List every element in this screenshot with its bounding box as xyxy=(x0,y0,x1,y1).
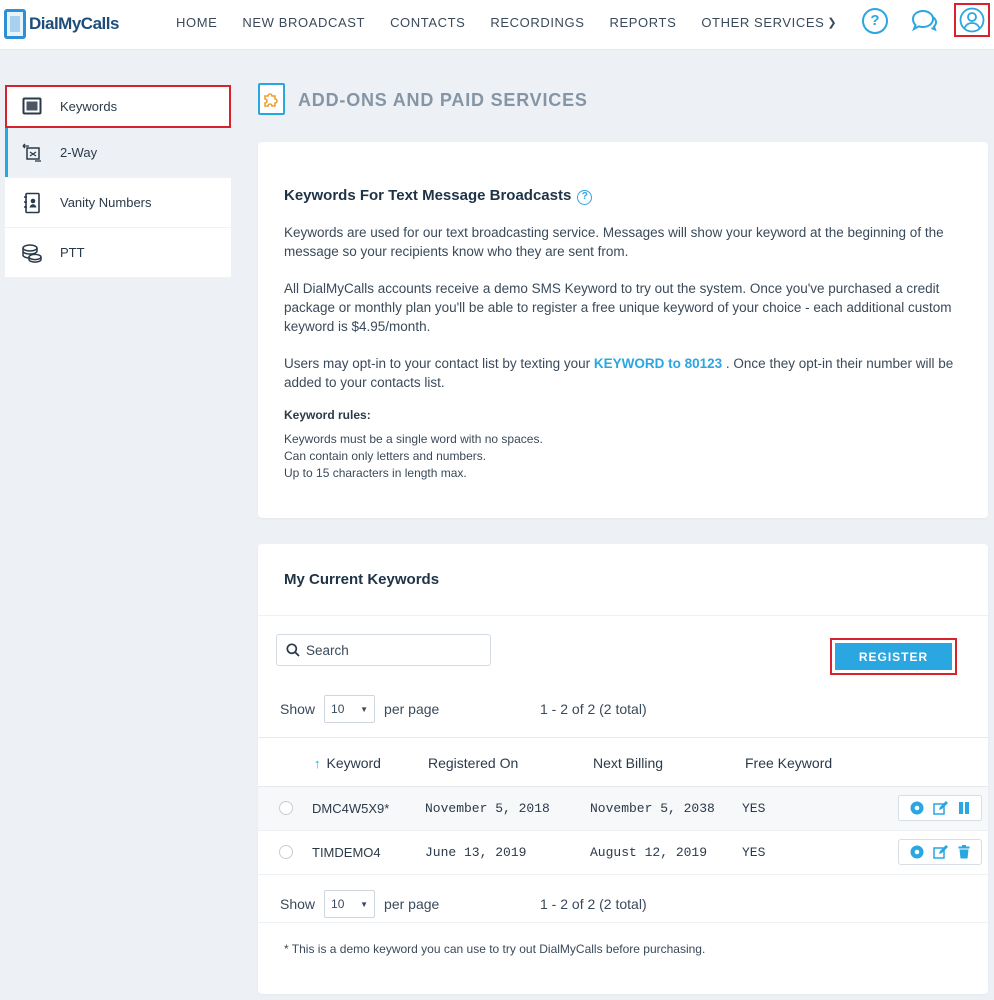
puzzle-icon xyxy=(258,83,285,115)
sidebar-item-ptt[interactable]: PTT xyxy=(5,228,231,278)
nav-contacts[interactable]: CONTACTS xyxy=(390,15,465,30)
sort-up-icon: ↑ xyxy=(314,756,321,771)
main-nav: HOME NEW BROADCAST CONTACTS RECORDINGS R… xyxy=(176,0,862,44)
pager-top: Show 10 ▼ per page 1 - 2 of 2 (2 total) xyxy=(280,695,647,723)
help-icon[interactable]: ? xyxy=(862,8,888,34)
table-row: DMC4W5X9* November 5, 2018 November 5, 2… xyxy=(258,787,988,831)
two-way-icon xyxy=(21,142,43,164)
row-actions xyxy=(898,839,982,865)
nav-reports[interactable]: REPORTS xyxy=(610,15,677,30)
row-radio[interactable] xyxy=(279,801,293,815)
register-highlight: REGISTER xyxy=(830,638,957,675)
chat-icon[interactable] xyxy=(910,8,938,34)
search-input[interactable] xyxy=(306,642,486,658)
info-paragraph-3: Users may opt-in to your contact list by… xyxy=(284,354,968,392)
user-icon xyxy=(959,7,985,33)
table-header: ↑ Keyword Registered On Next Billing Free… xyxy=(258,737,988,787)
cell-registered: November 5, 2018 xyxy=(425,801,550,816)
info-paragraph-1: Keywords are used for our text broadcast… xyxy=(284,225,944,259)
per-page-value: 10 xyxy=(331,702,345,716)
divider xyxy=(258,615,988,616)
view-icon[interactable] xyxy=(910,845,924,859)
search-icon xyxy=(286,643,300,657)
edit-icon[interactable] xyxy=(933,801,949,815)
sidebar-item-keywords[interactable]: Keywords xyxy=(5,85,231,128)
cell-free: YES xyxy=(742,845,766,860)
per-page-select[interactable]: 10 ▼ xyxy=(324,890,376,918)
phone-logo-icon xyxy=(4,9,26,39)
cell-keyword: TIMDEMO4 xyxy=(312,845,381,860)
cell-registered: June 13, 2019 xyxy=(425,845,527,860)
contact-book-icon xyxy=(21,192,43,214)
nav-recordings[interactable]: RECORDINGS xyxy=(490,15,584,30)
range-text: 1 - 2 of 2 (2 total) xyxy=(540,896,647,912)
rule-item: Up to 15 characters in length max. xyxy=(284,466,467,480)
row-actions xyxy=(898,795,982,821)
keywords-info-card: Keywords For Text Message Broadcasts? Ke… xyxy=(258,142,988,518)
register-button[interactable]: REGISTER xyxy=(835,643,952,670)
row-radio[interactable] xyxy=(279,845,293,859)
rules-heading: Keyword rules: xyxy=(284,408,371,422)
range-text: 1 - 2 of 2 (2 total) xyxy=(540,701,647,717)
demo-footnote: * This is a demo keyword you can use to … xyxy=(284,942,706,956)
keyword-shortcode: KEYWORD to 80123 xyxy=(593,356,723,371)
cell-free: YES xyxy=(742,801,766,816)
page-title: ADD-ONS AND PAID SERVICES xyxy=(298,90,588,110)
nav-home[interactable]: HOME xyxy=(176,15,217,30)
cell-next-billing: August 12, 2019 xyxy=(590,845,708,860)
col-keyword[interactable]: ↑ Keyword xyxy=(314,755,381,771)
col-next-billing[interactable]: Next Billing xyxy=(593,755,663,771)
show-label: Show xyxy=(280,896,316,912)
cell-next-billing: November 5, 2038 xyxy=(590,801,715,816)
info-p3-before: Users may opt-in to your contact list by… xyxy=(284,356,594,371)
rule-item: Keywords must be a single word with no s… xyxy=(284,432,543,446)
question-icon[interactable]: ? xyxy=(577,190,593,205)
col-keyword-label: Keyword xyxy=(326,755,381,771)
logo[interactable]: DialMyCalls xyxy=(4,7,119,41)
per-page-label: per page xyxy=(384,896,440,912)
current-keywords-heading: My Current Keywords xyxy=(284,571,440,588)
top-navbar: DialMyCalls HOME NEW BROADCAST CONTACTS … xyxy=(0,0,994,50)
per-page-select[interactable]: 10 ▼ xyxy=(324,695,376,723)
info-heading-text: Keywords For Text Message Broadcasts xyxy=(284,187,572,204)
nav-other-services[interactable]: OTHER SERVICES ❯ xyxy=(701,15,837,30)
coins-icon xyxy=(21,242,43,264)
sidebar-item-label: PTT xyxy=(60,245,85,260)
view-icon[interactable] xyxy=(910,801,924,815)
trash-icon[interactable] xyxy=(958,845,970,859)
chevron-down-icon: ❯ xyxy=(827,16,838,29)
cell-keyword: DMC4W5X9* xyxy=(312,801,390,816)
sidebar-item-2-way[interactable]: 2-Way xyxy=(5,128,231,178)
user-account-button[interactable] xyxy=(954,3,990,37)
sidebar-item-label: 2-Way xyxy=(60,145,98,160)
col-free-keyword[interactable]: Free Keyword xyxy=(745,755,832,771)
logo-text: DialMyCalls xyxy=(29,14,119,33)
caret-down-icon: ▼ xyxy=(360,899,369,909)
caret-down-icon: ▼ xyxy=(360,704,369,714)
sidebar-item-vanity-numbers[interactable]: Vanity Numbers xyxy=(5,178,231,228)
edit-icon[interactable] xyxy=(933,845,949,859)
info-heading: Keywords For Text Message Broadcasts? xyxy=(284,187,593,205)
pause-icon[interactable] xyxy=(958,801,970,815)
pager-bottom: Show 10 ▼ per page 1 - 2 of 2 (2 total) xyxy=(280,890,647,918)
nav-other-services-label: OTHER SERVICES xyxy=(701,14,825,30)
per-page-value: 10 xyxy=(331,897,345,911)
search-field[interactable] xyxy=(276,634,491,666)
table-row: TIMDEMO4 June 13, 2019 August 12, 2019 Y… xyxy=(258,831,988,875)
show-label: Show xyxy=(280,701,316,717)
rules-list: Keywords must be a single word with no s… xyxy=(284,431,543,482)
current-keywords-card: My Current Keywords REGISTER Show 10 ▼ pe… xyxy=(258,544,988,994)
per-page-label: per page xyxy=(384,701,440,717)
sidebar-item-label: Keywords xyxy=(60,98,118,114)
sidebar: Keywords 2-Way Vanity Numbers PTT xyxy=(5,85,231,278)
nav-new-broadcast[interactable]: NEW BROADCAST xyxy=(242,15,365,30)
tablet-icon xyxy=(21,95,43,117)
sidebar-item-label: Vanity Numbers xyxy=(60,195,152,210)
info-paragraph-2: All DialMyCalls accounts receive a demo … xyxy=(284,281,952,334)
rule-item: Can contain only letters and numbers. xyxy=(284,449,487,463)
col-registered-on[interactable]: Registered On xyxy=(428,755,518,771)
divider xyxy=(258,922,988,923)
